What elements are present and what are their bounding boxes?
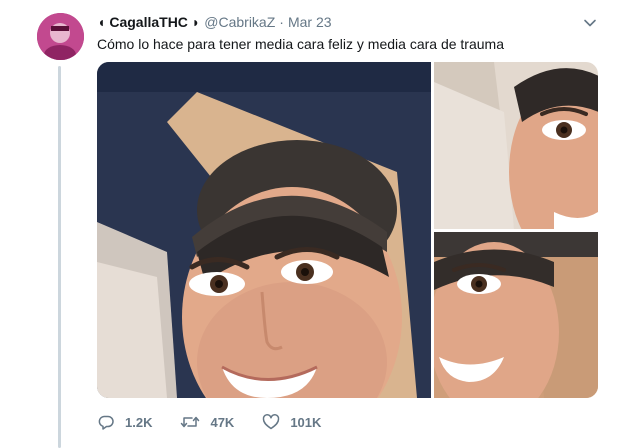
- reply-icon: [98, 415, 114, 430]
- avatar[interactable]: [37, 13, 84, 60]
- tweet-actions: 1.2K 47K 101K: [97, 413, 349, 431]
- tweet-date[interactable]: Mar 23: [288, 14, 332, 30]
- chevron-down-icon[interactable]: [582, 15, 598, 31]
- reply-button[interactable]: 1.2K: [97, 413, 152, 431]
- tweet-text: Cómo lo hace para tener media cara feliz…: [97, 36, 504, 52]
- display-name[interactable]: ◖ CagallaTHC ◗: [97, 14, 200, 30]
- retweet-icon: [181, 416, 200, 428]
- thread-line: [58, 66, 61, 448]
- main-selfie-photo[interactable]: [97, 62, 431, 398]
- retweet-count: 47K: [210, 414, 235, 430]
- tweet[interactable]: ◖ CagallaTHC ◗ @CabrikaZ · Mar 23 Cómo l…: [0, 0, 639, 448]
- retweet-button[interactable]: 47K: [180, 413, 234, 431]
- selfie-crop-top-right[interactable]: [434, 62, 598, 229]
- user-handle[interactable]: @CabrikaZ: [204, 14, 275, 30]
- media-grid: [97, 62, 598, 398]
- like-button[interactable]: 101K: [262, 413, 321, 431]
- tweet-header: ◖ CagallaTHC ◗ @CabrikaZ · Mar 23: [97, 13, 332, 31]
- selfie-crop-bottom-right[interactable]: [434, 232, 598, 398]
- like-count: 101K: [290, 414, 322, 430]
- reply-count: 1.2K: [125, 414, 153, 430]
- like-icon: [263, 414, 280, 430]
- separator-dot: ·: [279, 14, 284, 30]
